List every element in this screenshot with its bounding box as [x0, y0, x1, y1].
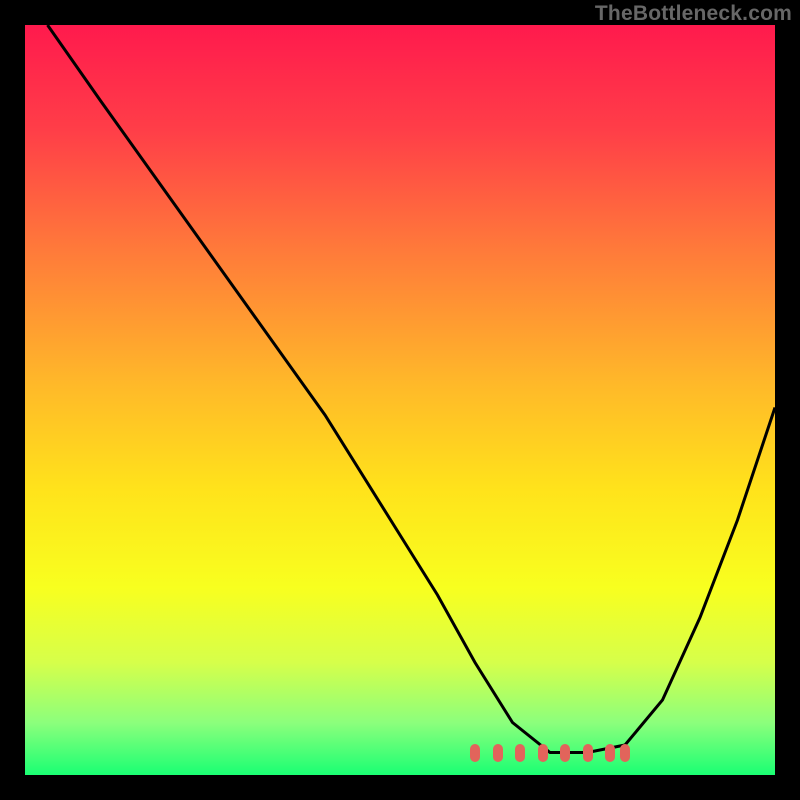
- optimal-marker: [470, 744, 480, 762]
- optimal-marker: [605, 744, 615, 762]
- watermark-text: TheBottleneck.com: [595, 2, 792, 26]
- optimal-marker: [538, 744, 548, 762]
- optimal-marker: [583, 744, 593, 762]
- optimal-marker: [620, 744, 630, 762]
- plot-area: [25, 25, 775, 775]
- optimal-marker: [560, 744, 570, 762]
- chart-container: TheBottleneck.com: [0, 0, 800, 800]
- optimal-zone: [25, 25, 775, 775]
- optimal-marker: [515, 744, 525, 762]
- optimal-marker: [493, 744, 503, 762]
